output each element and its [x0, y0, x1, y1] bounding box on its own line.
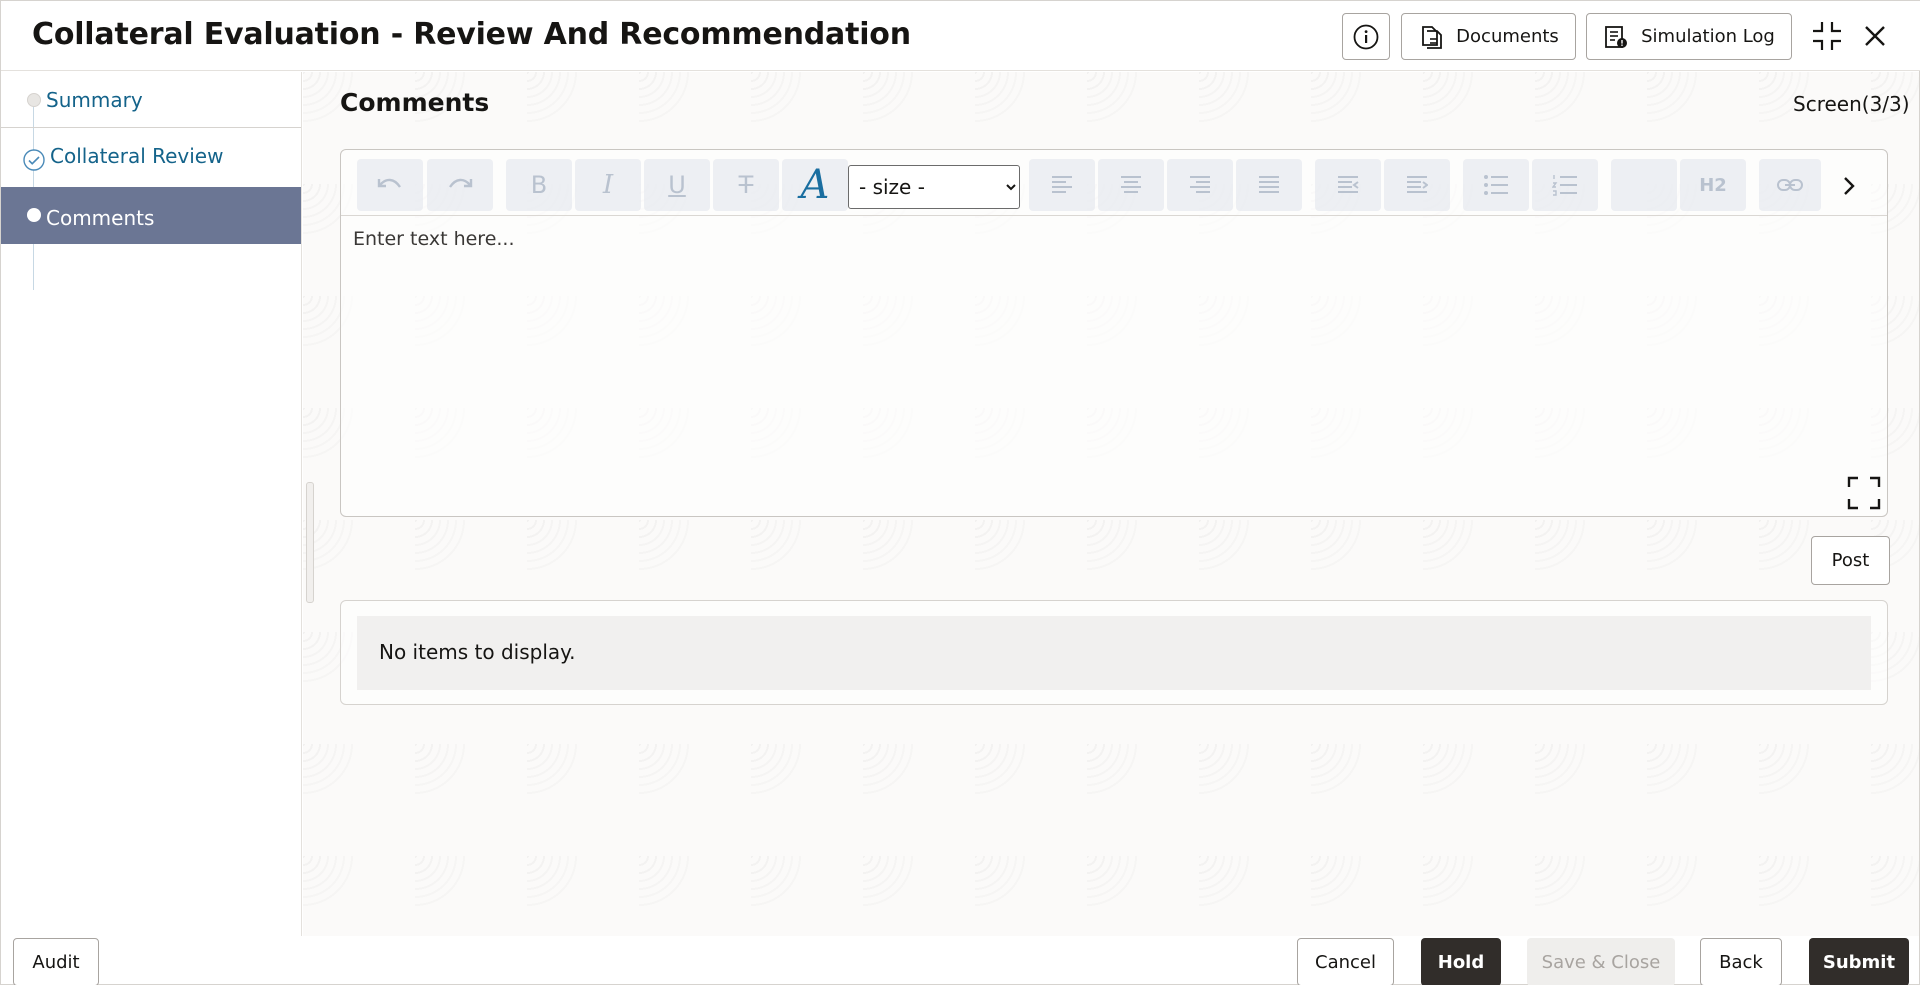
bold-button[interactable]: B — [506, 159, 572, 211]
info-icon — [1353, 24, 1379, 49]
train-sidebar: Summary Collateral Review Comments — [1, 72, 302, 936]
simulation-log-button[interactable]: Simulation Log — [1586, 13, 1792, 60]
link-button[interactable] — [1759, 159, 1821, 211]
header: Collateral Evaluation - Review And Recom… — [1, 1, 1920, 71]
strikethrough-button[interactable]: T — [713, 159, 779, 211]
sidebar-step-summary[interactable]: Summary — [1, 72, 301, 128]
heading-label: H2 — [1699, 174, 1727, 196]
check-circle-icon — [23, 149, 45, 171]
undo-button[interactable] — [357, 159, 423, 211]
simulation-log-icon — [1605, 25, 1628, 48]
editor-input[interactable]: Enter text here... — [353, 228, 515, 250]
post-button[interactable]: Post — [1811, 536, 1890, 585]
justify-button[interactable] — [1236, 159, 1302, 211]
info-button[interactable] — [1342, 13, 1390, 60]
comments-list: No items to display. — [340, 600, 1888, 705]
numbered-list-icon — [1552, 175, 1577, 196]
outdent-button[interactable] — [1315, 159, 1381, 211]
documents-label: Documents — [1456, 26, 1559, 47]
collapse-icon[interactable] — [1808, 17, 1846, 55]
documents-button[interactable]: Documents — [1401, 13, 1576, 60]
link-icon — [1777, 179, 1803, 191]
editor-toolbar: B I U T A - size - H2 — [341, 150, 1887, 216]
hold-button[interactable]: Hold — [1421, 938, 1501, 985]
app-window: Collateral Evaluation - Review And Recom… — [0, 0, 1920, 985]
align-right-button[interactable] — [1167, 159, 1233, 211]
heading-button[interactable]: H2 — [1680, 159, 1746, 211]
step-label: Collateral Review — [50, 144, 224, 168]
splitter-handle[interactable] — [306, 482, 314, 603]
simulation-log-label: Simulation Log — [1641, 26, 1775, 47]
align-center-button[interactable] — [1098, 159, 1164, 211]
sidebar-step-comments[interactable]: Comments — [1, 187, 301, 244]
screen-counter: Screen(3/3) — [1793, 92, 1910, 116]
redo-icon — [449, 178, 473, 188]
bold-icon: B — [530, 171, 548, 199]
font-size-select[interactable]: - size - — [848, 165, 1020, 209]
italic-icon: I — [602, 170, 614, 200]
bullet-list-button[interactable] — [1463, 159, 1529, 211]
align-right-icon — [1190, 176, 1210, 193]
numbered-list-button[interactable] — [1532, 159, 1598, 211]
justify-icon — [1259, 176, 1279, 193]
step-label: Summary — [46, 88, 143, 112]
align-left-button[interactable] — [1029, 159, 1095, 211]
documents-icon — [1422, 25, 1443, 49]
pending-step-icon — [27, 93, 41, 107]
bullet-list-icon — [1484, 175, 1508, 195]
page-title: Collateral Evaluation - Review And Recom… — [32, 17, 911, 52]
outdent-icon — [1338, 176, 1359, 193]
blank-format-button[interactable] — [1611, 159, 1677, 211]
back-button[interactable]: Back — [1700, 938, 1782, 985]
chevron-right-icon — [1844, 177, 1855, 195]
align-center-icon — [1121, 176, 1141, 193]
italic-button[interactable]: I — [575, 159, 641, 211]
indent-button[interactable] — [1384, 159, 1450, 211]
active-step-icon — [27, 208, 41, 222]
fullscreen-icon[interactable] — [1847, 476, 1881, 510]
close-icon[interactable] — [1856, 17, 1894, 55]
rich-text-editor: B I U T A - size - H2 Enter text here... — [340, 149, 1888, 517]
font-color-button[interactable]: A — [782, 159, 848, 211]
sidebar-step-collateral-review[interactable]: Collateral Review — [1, 129, 301, 185]
cancel-button[interactable]: Cancel — [1297, 938, 1394, 985]
indent-icon — [1407, 176, 1428, 193]
strikethrough-icon: T — [738, 171, 754, 199]
align-left-icon — [1052, 176, 1072, 193]
underline-icon: U — [668, 171, 686, 199]
underline-button[interactable]: U — [644, 159, 710, 211]
save-close-button[interactable]: Save & Close — [1527, 938, 1675, 985]
section-title: Comments — [340, 88, 490, 117]
redo-button[interactable] — [427, 159, 493, 211]
font-color-icon: A — [800, 162, 830, 208]
audit-button[interactable]: Audit — [13, 938, 99, 985]
submit-button[interactable]: Submit — [1809, 938, 1909, 985]
toolbar-more-button[interactable] — [1831, 168, 1867, 204]
step-label: Comments — [46, 206, 155, 230]
empty-list-message: No items to display. — [357, 616, 1871, 690]
undo-icon — [377, 178, 401, 188]
footer: Audit Cancel Hold Save & Close Back Subm… — [1, 936, 1919, 985]
